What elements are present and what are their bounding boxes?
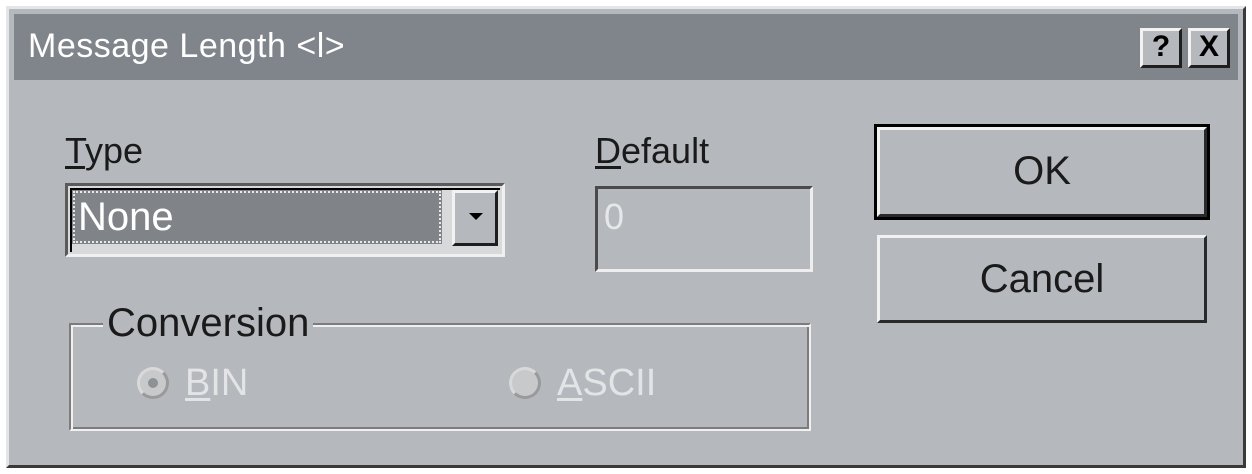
ok-button[interactable]: OK bbox=[874, 124, 1210, 220]
help-button[interactable]: ? bbox=[1140, 28, 1182, 68]
chevron-down-icon[interactable] bbox=[452, 190, 498, 246]
type-combobox-value[interactable]: None bbox=[72, 190, 442, 244]
default-input[interactable]: 0 bbox=[595, 186, 813, 272]
cancel-button[interactable]: Cancel bbox=[877, 235, 1207, 323]
window-title: Message Length <l> bbox=[28, 27, 346, 65]
radio-selected-dot-icon bbox=[148, 378, 158, 388]
default-label: Default bbox=[595, 130, 710, 171]
type-combobox[interactable]: None bbox=[65, 183, 505, 257]
radio-bin[interactable] bbox=[137, 367, 169, 399]
radio-bin-label[interactable]: BIN bbox=[185, 363, 248, 403]
message-length-dialog: Message Length <l> ? X Type None Default… bbox=[6, 6, 1246, 468]
radio-ascii-label[interactable]: ASCII bbox=[557, 363, 656, 403]
type-label: Type bbox=[65, 130, 144, 171]
close-button[interactable]: X bbox=[1188, 28, 1230, 68]
radio-ascii[interactable] bbox=[509, 367, 541, 399]
title-bar[interactable]: Message Length <l> ? X bbox=[14, 14, 1238, 80]
conversion-group-label: Conversion bbox=[103, 301, 314, 345]
